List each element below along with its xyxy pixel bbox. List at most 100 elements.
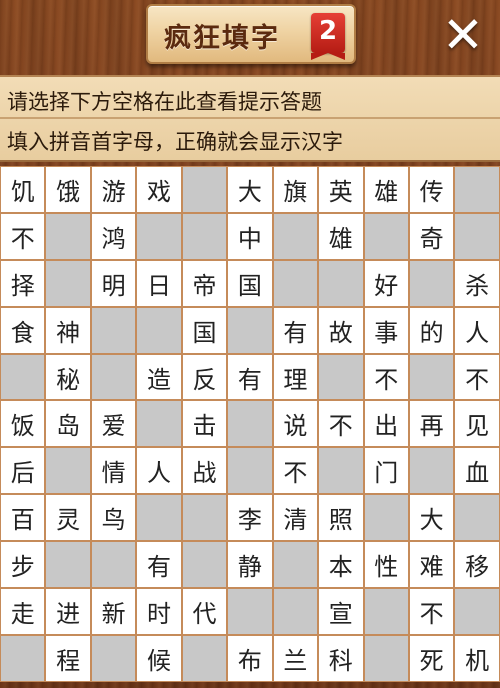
grid-cell[interactable]: 中 bbox=[227, 212, 273, 260]
grid-cell-blank[interactable] bbox=[136, 212, 182, 260]
grid-cell-blank[interactable] bbox=[272, 588, 319, 635]
grid-cell-blank[interactable] bbox=[408, 447, 455, 495]
grid-cell[interactable]: 本 bbox=[318, 541, 364, 589]
grid-cell[interactable]: 岛 bbox=[45, 400, 91, 448]
grid-cell-blank[interactable] bbox=[181, 494, 228, 542]
grid-cell-blank[interactable] bbox=[0, 634, 46, 682]
grid-cell[interactable]: 宣 bbox=[318, 588, 364, 635]
grid-cell[interactable]: 人 bbox=[454, 306, 500, 354]
grid-cell[interactable]: 事 bbox=[363, 306, 409, 354]
grid-cell[interactable]: 有 bbox=[227, 353, 273, 401]
grid-cell[interactable]: 明 bbox=[90, 259, 137, 307]
grid-cell[interactable]: 不 bbox=[363, 353, 409, 401]
grid-cell[interactable]: 传 bbox=[408, 166, 455, 213]
grid-cell-blank[interactable] bbox=[90, 541, 137, 589]
grid-cell[interactable]: 走 bbox=[0, 588, 46, 635]
grid-cell[interactable]: 好 bbox=[363, 259, 409, 307]
grid-cell-blank[interactable] bbox=[363, 212, 409, 260]
grid-cell[interactable]: 见 bbox=[454, 400, 500, 448]
grid-cell[interactable]: 门 bbox=[363, 447, 409, 495]
grid-cell[interactable]: 击 bbox=[181, 400, 228, 448]
grid-cell[interactable]: 难 bbox=[408, 541, 455, 589]
grid-cell-blank[interactable] bbox=[90, 634, 137, 682]
grid-cell[interactable]: 神 bbox=[45, 306, 91, 354]
grid-cell[interactable]: 新 bbox=[90, 588, 137, 635]
grid-cell[interactable]: 英 bbox=[318, 166, 364, 213]
grid-cell[interactable]: 照 bbox=[318, 494, 364, 542]
grid-cell-blank[interactable] bbox=[136, 494, 182, 542]
grid-cell[interactable]: 秘 bbox=[45, 353, 91, 401]
grid-cell[interactable]: 国 bbox=[227, 259, 273, 307]
grid-cell[interactable]: 食 bbox=[0, 306, 46, 354]
grid-cell-blank[interactable] bbox=[363, 588, 409, 635]
grid-cell[interactable]: 奇 bbox=[408, 212, 455, 260]
grid-cell[interactable]: 鸿 bbox=[90, 212, 137, 260]
grid-cell[interactable]: 说 bbox=[272, 400, 319, 448]
grid-cell[interactable]: 造 bbox=[136, 353, 182, 401]
grid-cell-blank[interactable] bbox=[408, 259, 455, 307]
grid-cell[interactable]: 不 bbox=[272, 447, 319, 495]
grid-cell-blank[interactable] bbox=[181, 634, 228, 682]
grid-cell-blank[interactable] bbox=[45, 447, 91, 495]
grid-cell[interactable]: 后 bbox=[0, 447, 46, 495]
grid-cell[interactable]: 有 bbox=[272, 306, 319, 354]
grid-cell[interactable]: 爱 bbox=[90, 400, 137, 448]
grid-cell[interactable]: 死 bbox=[408, 634, 455, 682]
grid-cell-blank[interactable] bbox=[45, 541, 91, 589]
grid-cell-blank[interactable] bbox=[181, 541, 228, 589]
grid-cell[interactable]: 杀 bbox=[454, 259, 500, 307]
grid-cell-blank[interactable] bbox=[454, 588, 500, 635]
grid-cell[interactable]: 李 bbox=[227, 494, 273, 542]
grid-cell-blank[interactable] bbox=[408, 353, 455, 401]
grid-cell[interactable]: 雄 bbox=[318, 212, 364, 260]
grid-cell[interactable]: 候 bbox=[136, 634, 182, 682]
close-button[interactable]: ✕ bbox=[438, 10, 488, 62]
grid-cell-blank[interactable] bbox=[181, 166, 228, 213]
grid-cell[interactable]: 百 bbox=[0, 494, 46, 542]
grid-cell[interactable]: 情 bbox=[90, 447, 137, 495]
grid-cell[interactable]: 饭 bbox=[0, 400, 46, 448]
grid-cell[interactable]: 择 bbox=[0, 259, 46, 307]
grid-cell[interactable]: 大 bbox=[227, 166, 273, 213]
grid-cell[interactable]: 布 bbox=[227, 634, 273, 682]
grid-cell[interactable]: 反 bbox=[181, 353, 228, 401]
grid-cell-blank[interactable] bbox=[90, 306, 137, 354]
grid-cell-blank[interactable] bbox=[318, 353, 364, 401]
grid-cell-blank[interactable] bbox=[227, 588, 273, 635]
grid-cell[interactable]: 不 bbox=[0, 212, 46, 260]
grid-cell[interactable]: 游 bbox=[90, 166, 137, 213]
grid-cell-blank[interactable] bbox=[136, 306, 182, 354]
grid-cell-blank[interactable] bbox=[318, 447, 364, 495]
grid-cell[interactable]: 帝 bbox=[181, 259, 228, 307]
grid-cell[interactable]: 理 bbox=[272, 353, 319, 401]
grid-cell[interactable]: 科 bbox=[318, 634, 364, 682]
grid-cell-blank[interactable] bbox=[272, 259, 319, 307]
grid-cell-blank[interactable] bbox=[227, 400, 273, 448]
grid-cell[interactable]: 移 bbox=[454, 541, 500, 589]
grid-cell[interactable]: 不 bbox=[318, 400, 364, 448]
grid-cell[interactable]: 戏 bbox=[136, 166, 182, 213]
grid-cell[interactable]: 旗 bbox=[272, 166, 319, 213]
grid-cell[interactable]: 人 bbox=[136, 447, 182, 495]
grid-cell[interactable]: 不 bbox=[408, 588, 455, 635]
grid-cell-blank[interactable] bbox=[90, 353, 137, 401]
grid-cell[interactable]: 有 bbox=[136, 541, 182, 589]
grid-cell[interactable]: 机 bbox=[454, 634, 500, 682]
grid-cell[interactable]: 出 bbox=[363, 400, 409, 448]
grid-cell-blank[interactable] bbox=[181, 212, 228, 260]
grid-cell[interactable]: 日 bbox=[136, 259, 182, 307]
grid-cell-blank[interactable] bbox=[454, 212, 500, 260]
grid-cell[interactable]: 饥 bbox=[0, 166, 46, 213]
grid-cell-blank[interactable] bbox=[363, 494, 409, 542]
grid-cell-blank[interactable] bbox=[454, 166, 500, 213]
grid-cell[interactable]: 程 bbox=[45, 634, 91, 682]
grid-cell[interactable]: 的 bbox=[408, 306, 455, 354]
grid-cell[interactable]: 鸟 bbox=[90, 494, 137, 542]
grid-cell[interactable]: 时 bbox=[136, 588, 182, 635]
grid-cell[interactable]: 故 bbox=[318, 306, 364, 354]
grid-cell-blank[interactable] bbox=[454, 494, 500, 542]
grid-cell-blank[interactable] bbox=[136, 400, 182, 448]
grid-cell-blank[interactable] bbox=[227, 306, 273, 354]
grid-cell-blank[interactable] bbox=[272, 212, 319, 260]
grid-cell[interactable]: 进 bbox=[45, 588, 91, 635]
